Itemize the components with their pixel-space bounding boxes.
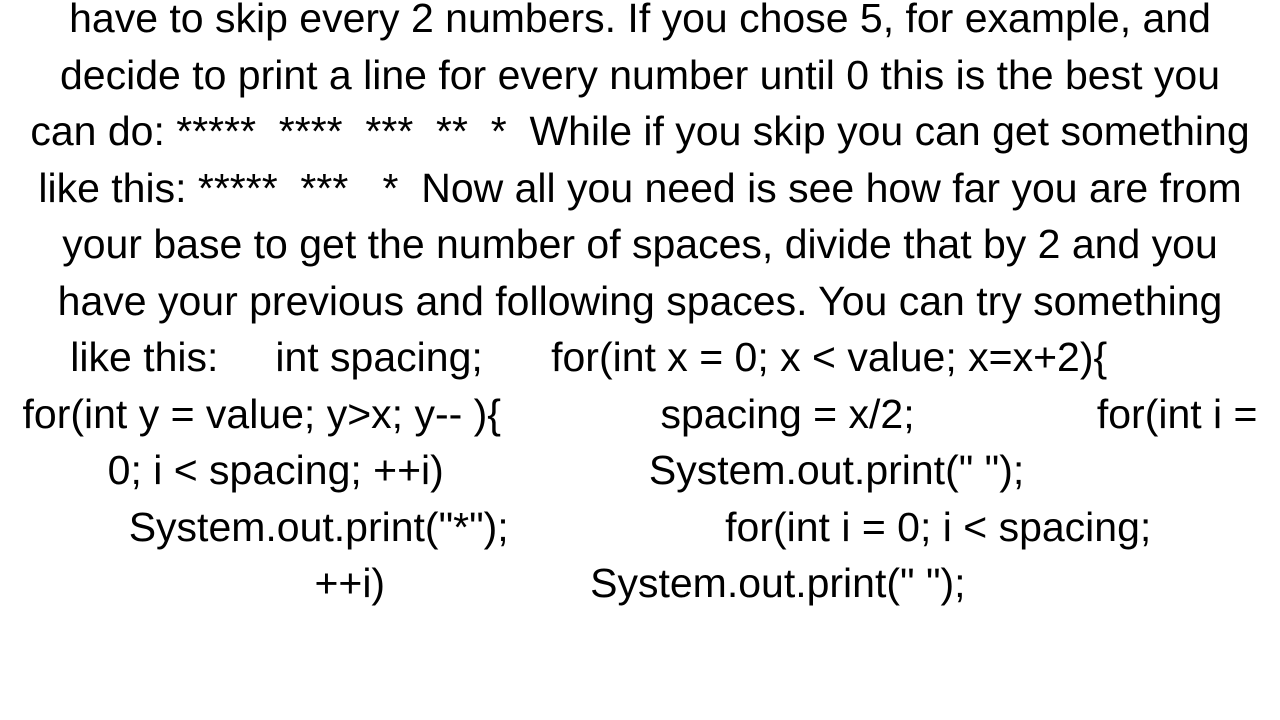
body-text: have to skip every 2 numbers. If you cho…: [22, 0, 1258, 612]
document-page: have to skip every 2 numbers. If you cho…: [0, 0, 1280, 720]
